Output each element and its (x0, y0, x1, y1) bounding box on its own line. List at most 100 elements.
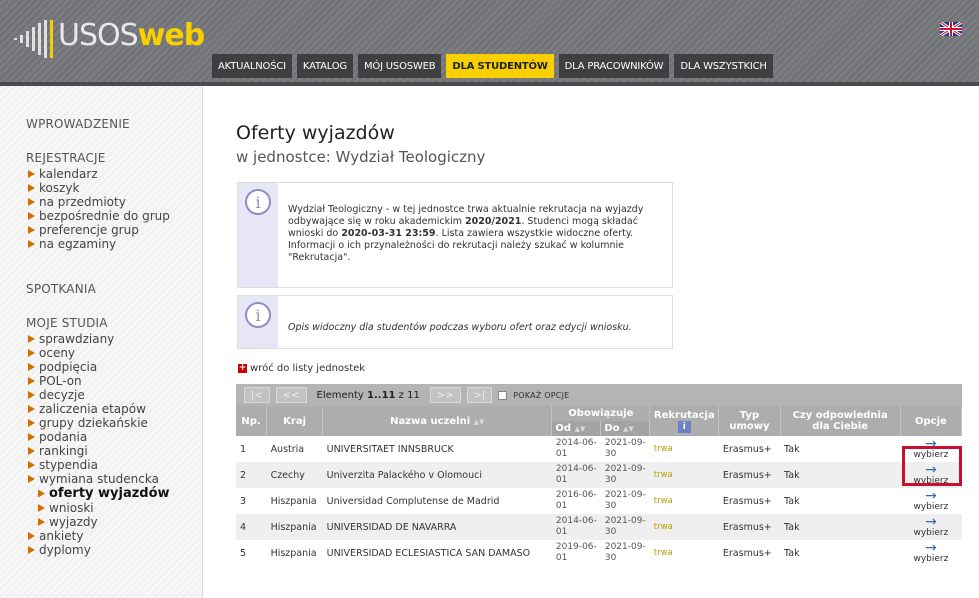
header-kraj[interactable]: Kraj (266, 406, 324, 436)
bullet-arrow-icon (38, 489, 45, 498)
sidebar-section-moje-studia[interactable]: MOJE STUDIA (26, 316, 108, 330)
info-icon[interactable]: i (677, 420, 691, 433)
sidebar-item-label: wymiana studencka (39, 472, 159, 486)
cell-uczelnia: Univerzita Palackého v Olomouci (322, 462, 552, 488)
sidebar-item-pol-on[interactable]: POL-on (28, 374, 82, 388)
tab-katalog[interactable]: KATALOG (296, 54, 353, 78)
cell-odpowiednia: Tak (780, 462, 901, 488)
sidebar-item-label: oferty wyjazdów (49, 486, 170, 501)
sidebar-item-label: ankiety (39, 529, 84, 543)
table-row: 1 Austria UNIVERSITAET INNSBRUCK 2014-06… (236, 436, 962, 462)
cell-rekrutacja: trwa (649, 462, 719, 488)
header-np: Np. (236, 406, 268, 436)
bullet-arrow-icon (28, 546, 35, 554)
prev-page-button[interactable]: << (275, 387, 307, 403)
sidebar-section-spotkania[interactable]: SPOTKANIA (26, 282, 96, 296)
sidebar-item-grupy-dziekanskie[interactable]: grupy dziekańskie (28, 416, 148, 430)
first-page-button[interactable]: |< (244, 387, 270, 403)
cell-do: 2021-09- 30 (600, 540, 650, 566)
sidebar-item-label: bezpośrednie do grup (39, 209, 170, 223)
cell-rekrutacja: trwa (649, 488, 719, 514)
info-line: wnioski do 2020-03-31 23:59. Lista zawie… (288, 228, 668, 240)
tab-dla-wszystkich[interactable]: DLA WSZYSTKICH (674, 54, 773, 78)
select-offer-button[interactable]: → wybierz (900, 487, 962, 514)
sidebar-section-wprowadzenie[interactable]: WPROWADZENIE (26, 117, 130, 131)
sidebar-item-preferencje[interactable]: preferencje grup (28, 223, 139, 237)
cell-kraj: Czechy (266, 462, 323, 488)
sidebar-section-rejestracje[interactable]: REJESTRACJE (26, 151, 106, 165)
sidebar-item-rankingi[interactable]: rankingi (28, 444, 88, 458)
show-options-checkbox[interactable] (498, 390, 508, 400)
bullet-arrow-icon (28, 170, 35, 178)
arrow-right-icon: → (925, 513, 937, 530)
date-part: 2019-06- (555, 542, 597, 552)
sidebar-item-stypendia[interactable]: stypendia (28, 458, 98, 472)
back-to-units-link[interactable]: + wróć do listy jednostek (238, 363, 365, 374)
arrow-right-icon: → (925, 539, 937, 556)
sidebar-item-oceny[interactable]: oceny (28, 346, 75, 360)
cell-rekrutacja: trwa (649, 540, 719, 566)
info-box-text: Wydział Teologiczny - w tej jednostce tr… (288, 204, 668, 264)
uk-flag-icon[interactable] (940, 22, 962, 36)
sidebar-item-oferty-wyjazdow[interactable]: oferty wyjazdów (38, 486, 170, 501)
sidebar-item-dyplomy[interactable]: dyplomy (28, 543, 91, 557)
info-line: odbywające się w roku akademickim 2020/2… (288, 216, 668, 228)
date-part: 2021-09- (604, 490, 646, 500)
sidebar-item-wymiana-studencka[interactable]: wymiana studencka (28, 472, 159, 486)
tab-moj-usosweb[interactable]: MÓJ USOSWEB (357, 54, 442, 78)
date-part: 2016-06- (555, 490, 597, 500)
sidebar-item-podpiecia[interactable]: podpięcia (28, 360, 97, 374)
tab-aktualnosci[interactable]: AKTUALNOŚCI (212, 54, 292, 78)
sidebar-item-zaliczenia[interactable]: zaliczenia etapów (28, 402, 146, 416)
date-part: 2021-09- (604, 438, 646, 448)
table-row: 5 Hiszpania UNIVERSIDAD ECLESIASTICA SAN… (236, 540, 962, 566)
info-box-text: Opis widoczny dla studentów podczas wybo… (288, 322, 632, 333)
cell-odpowiednia: Tak (780, 540, 901, 566)
usosweb-logo[interactable]: USOSweb (14, 16, 205, 60)
logo-text-plain: USOS (58, 18, 139, 53)
show-options-label[interactable]: POKAŻ OPCJE (513, 391, 569, 400)
arrow-right-icon: → (925, 487, 937, 504)
sidebar-item-na-przedmioty[interactable]: na przedmioty (28, 195, 126, 209)
cell-uczelnia: UNIVERSIDAD DE NAVARRA (322, 514, 552, 540)
info-icon: i (245, 302, 271, 328)
bullet-arrow-icon (28, 447, 35, 455)
tab-dla-pracownikow[interactable]: DLA PRACOWNIKÓW (558, 54, 670, 78)
next-page-button[interactable]: >> (429, 387, 461, 403)
sidebar-item-sprawdziany[interactable]: sprawdziany (28, 332, 114, 346)
sidebar-item-wnioski[interactable]: wnioski (38, 501, 94, 515)
sidebar-item-kalendarz[interactable]: kalendarz (28, 167, 98, 181)
sidebar-item-label: podania (39, 430, 88, 444)
sidebar-item-label: grupy dziekańskie (39, 416, 148, 430)
sidebar-item-na-egzaminy[interactable]: na egzaminy (28, 237, 116, 251)
info-text-part: odbywające się w roku akademickim (288, 216, 466, 227)
sidebar-item-decyzje[interactable]: decyzje (28, 388, 85, 402)
date-part: 2014-06- (555, 438, 597, 448)
cell-do: 2021-09- 30 (600, 436, 650, 462)
select-offer-button[interactable]: → wybierz (900, 539, 962, 566)
header-rekrutacja: Rekrutacja i (649, 406, 720, 436)
select-offer-button[interactable]: → wybierz (900, 513, 962, 540)
sort-arrows-icon: ▲▼ (574, 425, 586, 433)
sidebar-item-wyjazdy[interactable]: wyjazdy (38, 515, 98, 529)
header-od[interactable]: Od ▲▼ (551, 421, 602, 436)
sidebar-item-bezposrednie[interactable]: bezpośrednie do grup (28, 209, 170, 223)
sidebar-item-label: preferencje grup (39, 223, 139, 237)
back-link-label: wróć do listy jednostek (250, 363, 366, 374)
cell-uczelnia: Universidad Complutense de Madrid (322, 488, 552, 514)
sidebar-item-label: kalendarz (39, 167, 98, 181)
header-uczelnia[interactable]: Nazwa uczelni ▲▼ (322, 406, 553, 436)
header-do[interactable]: Do ▲▼ (600, 421, 651, 436)
tab-dla-studentow[interactable]: DLA STUDENTÓW (446, 54, 554, 78)
last-page-button[interactable]: >| (466, 387, 493, 403)
table-row: 4 Hiszpania UNIVERSIDAD DE NAVARRA 2014-… (236, 514, 962, 540)
sidebar-item-podania[interactable]: podania (28, 430, 87, 444)
sidebar-item-koszyk[interactable]: koszyk (28, 181, 79, 195)
sidebar-item-ankiety[interactable]: ankiety (28, 529, 83, 543)
cell-kraj: Hiszpania (266, 514, 323, 540)
cell-np: 4 (236, 514, 267, 540)
plus-icon: + (238, 363, 247, 373)
info-text-part: . Lista zawiera wszystkie widoczne ofert… (435, 228, 634, 239)
info-box-description: i Opis widoczny dla studentów podczas wy… (237, 295, 673, 349)
bullet-arrow-icon (28, 405, 35, 413)
